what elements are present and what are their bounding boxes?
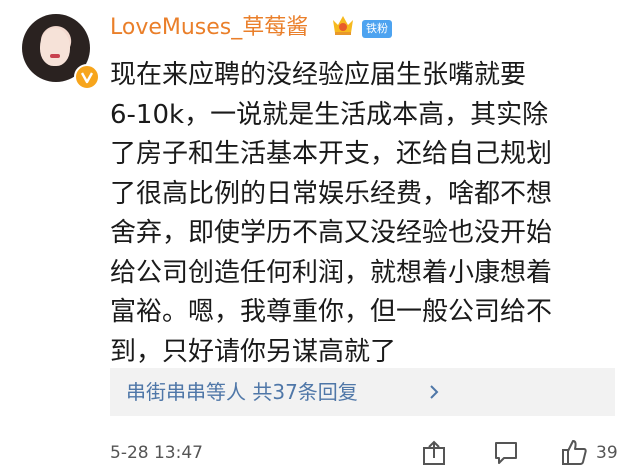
comment-line: 给公司创造任何利润，就想着小康想着 bbox=[110, 257, 553, 288]
comment-line: 到，只好请你另谋高就了 bbox=[110, 336, 397, 367]
avatar[interactable] bbox=[22, 14, 100, 90]
thumbs-up-icon[interactable] bbox=[560, 438, 588, 466]
avatar-lips bbox=[50, 54, 60, 58]
share-icon[interactable] bbox=[420, 438, 448, 466]
verified-badge-icon bbox=[74, 64, 100, 90]
comment-line: 了房子和生活基本开支，还给自己规划 bbox=[110, 139, 553, 169]
timestamp: 5-28 13:47 bbox=[110, 443, 203, 463]
crown-level-icon bbox=[333, 16, 353, 35]
avatar-face bbox=[40, 28, 70, 66]
username[interactable]: LoveMuses_草莓酱 bbox=[110, 14, 308, 42]
comment-text: 现在来应聘的没经验应届生张嘴就要 6-10k，一说就是生活成本高，其实除 了房子… bbox=[110, 56, 615, 372]
comment-line: 现在来应聘的没经验应届生张嘴就要 bbox=[110, 60, 527, 90]
comment-icon[interactable] bbox=[492, 438, 520, 466]
reply-summary: 串街串串等人 共37条回复 bbox=[126, 380, 358, 404]
comment-line: 6-10k，一说就是生活成本高，其实除 bbox=[110, 99, 549, 130]
comment-line: 了很高比例的日常娱乐经费，啥都不想 bbox=[110, 178, 553, 209]
comment-line: 舍弃，即使学历不高又没经验也没开始 bbox=[110, 218, 553, 248]
fan-badge: 铁粉 bbox=[362, 20, 392, 38]
chevron-right-icon bbox=[430, 385, 439, 399]
replies-link[interactable]: 串街串串等人 共37条回复 bbox=[110, 368, 615, 416]
like-count: 39 bbox=[596, 443, 618, 463]
comment-line: 富裕。嗯，我尊重你，但一般公司给不 bbox=[110, 297, 553, 327]
